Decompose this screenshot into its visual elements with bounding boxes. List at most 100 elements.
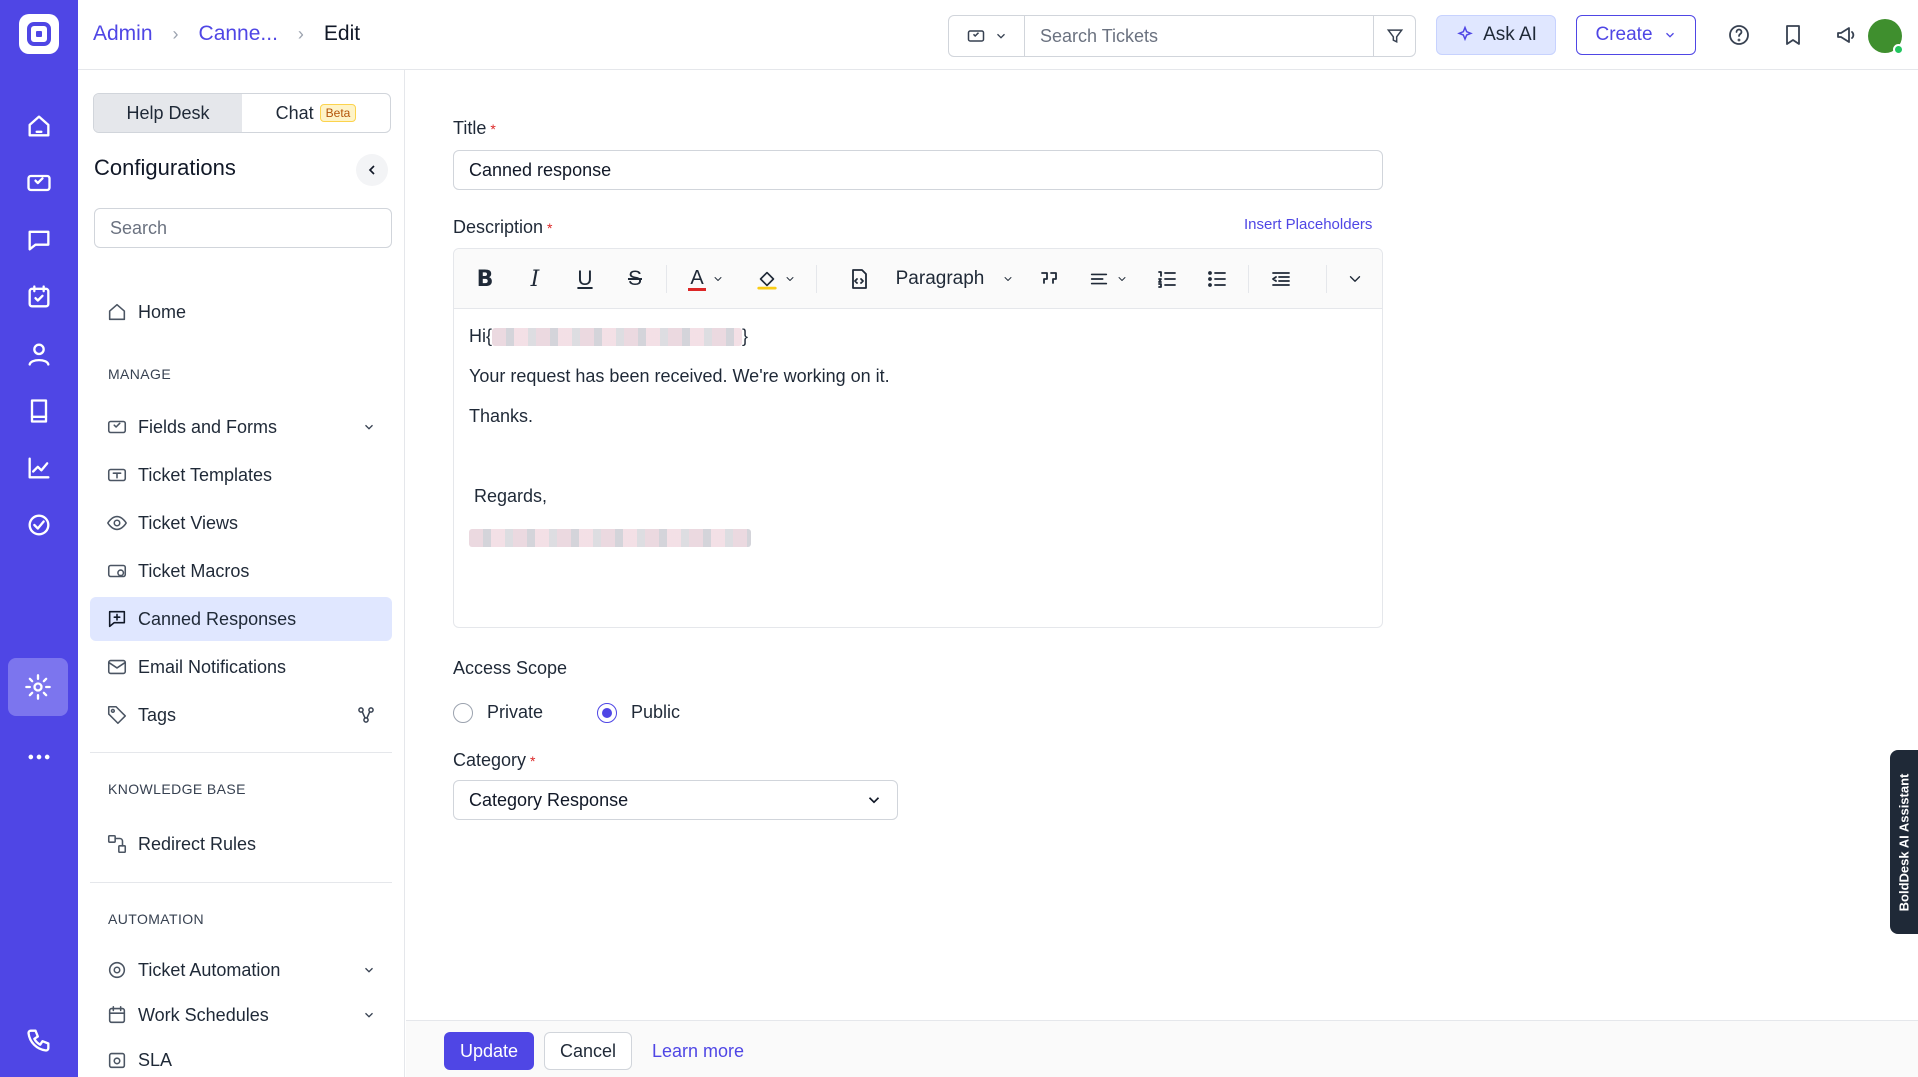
- eye-icon: [107, 515, 127, 531]
- configurations-sidebar: Help Desk Chat Beta Configurations Searc…: [78, 70, 405, 1077]
- sidebar-item-ticket-views[interactable]: Ticket Views: [90, 501, 392, 545]
- home-icon: [108, 303, 126, 321]
- font-color-icon[interactable]: A: [680, 263, 732, 295]
- sidebar-item-label: Work Schedules: [138, 1004, 269, 1025]
- approvals-icon[interactable]: [14, 500, 64, 550]
- toolbar-separator: [816, 265, 817, 293]
- sidebar-item-label: Email Notifications: [138, 656, 287, 677]
- tasks-icon[interactable]: [14, 272, 64, 322]
- canned-response-icon: [108, 610, 126, 628]
- user-avatar[interactable]: [1868, 19, 1904, 55]
- learn-more-link[interactable]: Learn more: [652, 1041, 744, 1062]
- sidebar-title: Configurations: [94, 155, 236, 180]
- manage-section-header: MANAGE: [108, 366, 172, 382]
- outdent-icon[interactable]: [1266, 263, 1296, 295]
- sidebar-item-ticket-automation[interactable]: Ticket Automation: [90, 948, 392, 992]
- private-label[interactable]: Private: [487, 702, 543, 723]
- announcement-icon[interactable]: [1831, 20, 1861, 50]
- sidebar-item-fields-and-forms[interactable]: Fields and Forms: [90, 405, 392, 449]
- italic-icon[interactable]: I: [520, 263, 550, 295]
- create-button[interactable]: Create: [1576, 15, 1696, 55]
- breadcrumb-admin[interactable]: Admin: [93, 22, 153, 46]
- bookmark-icon[interactable]: [1778, 20, 1808, 50]
- required-asterisk: *: [490, 121, 496, 137]
- sidebar-item-canned-responses[interactable]: Canned Responses: [90, 597, 392, 641]
- chat-icon[interactable]: [14, 215, 64, 265]
- knowledge-base-icon[interactable]: [14, 386, 64, 436]
- sidebar-item-home[interactable]: Home: [90, 290, 392, 334]
- paragraph-format-dropdown[interactable]: Paragraph: [890, 263, 1020, 295]
- title-input[interactable]: Canned response: [453, 150, 1383, 190]
- category-label: Category *: [453, 750, 536, 771]
- category-select[interactable]: Category Response: [453, 780, 898, 820]
- required-asterisk: *: [530, 753, 536, 769]
- sidebar-item-redirect-rules[interactable]: Redirect Rules: [90, 822, 392, 866]
- strikethrough-icon[interactable]: S: [620, 263, 650, 295]
- sidebar-item-tags[interactable]: Tags: [90, 693, 392, 737]
- description-label-text: Description: [453, 217, 544, 237]
- body-line-2: Thanks.: [469, 406, 534, 427]
- search-input[interactable]: Search Tickets: [1025, 26, 1373, 47]
- left-rail: [0, 0, 78, 1077]
- divider: [90, 882, 392, 883]
- app-logo[interactable]: [19, 14, 59, 54]
- update-button[interactable]: Update: [444, 1032, 534, 1070]
- create-label: Create: [1595, 24, 1653, 45]
- public-radio[interactable]: [597, 702, 618, 723]
- help-icon[interactable]: [1724, 20, 1754, 50]
- ticket-search: Search Tickets: [948, 15, 1416, 57]
- sidebar-item-email-notifications[interactable]: Email Notifications: [90, 645, 392, 689]
- sidebar-item-ticket-templates[interactable]: Ticket Templates: [90, 453, 392, 497]
- source-code-icon[interactable]: [844, 263, 874, 295]
- tab-help-desk-label: Help Desk: [126, 102, 210, 123]
- access-scope-options: Private Public: [453, 702, 680, 723]
- ask-ai-button[interactable]: Ask AI: [1436, 15, 1556, 55]
- email-icon: [107, 659, 127, 675]
- chevron-down-icon[interactable]: [362, 420, 376, 434]
- product-switcher: Help Desk Chat Beta: [93, 93, 391, 133]
- tickets-icon[interactable]: [14, 158, 64, 208]
- title-label: Title *: [453, 118, 496, 139]
- ai-assistant-tab[interactable]: BoldDesk AI Assistant: [1890, 750, 1918, 934]
- editor-content[interactable]: Hi{} Your request has been received. We'…: [454, 309, 1382, 577]
- form-icon: [107, 420, 127, 434]
- cancel-button[interactable]: Cancel: [544, 1032, 632, 1070]
- bold-icon[interactable]: B: [470, 263, 500, 295]
- bulleted-list-icon[interactable]: [1202, 263, 1232, 295]
- underline-icon[interactable]: U: [570, 263, 600, 295]
- sidebar-item-ticket-macros[interactable]: Ticket Macros: [90, 549, 392, 593]
- automation-section-header: AUTOMATION: [108, 911, 205, 927]
- home-icon[interactable]: [14, 101, 64, 151]
- filter-icon[interactable]: [1373, 16, 1415, 56]
- chevron-down-icon[interactable]: [362, 963, 376, 977]
- more-tools-chevron-icon[interactable]: [1340, 263, 1370, 295]
- chevron-right-icon: ›: [297, 23, 304, 44]
- tab-chat[interactable]: Chat Beta: [242, 94, 390, 132]
- numbered-list-icon[interactable]: [1152, 263, 1182, 295]
- phone-icon[interactable]: [14, 1015, 64, 1065]
- canned-response-form: Title * Canned response Description * Inse…: [406, 70, 1918, 1077]
- settings-icon[interactable]: [8, 658, 68, 716]
- sidebar-item-work-schedules[interactable]: Work Schedules: [90, 993, 392, 1037]
- contacts-icon[interactable]: [14, 329, 64, 379]
- private-radio[interactable]: [453, 702, 473, 723]
- search-type-dropdown[interactable]: [949, 16, 1025, 56]
- highlight-color-icon[interactable]: [750, 263, 802, 295]
- collapse-sidebar-button[interactable]: [356, 154, 388, 186]
- knowledge-base-section-header: KNOWLEDGE BASE: [108, 781, 246, 797]
- tab-help-desk[interactable]: Help Desk: [94, 94, 242, 132]
- tag-groups-icon[interactable]: [356, 705, 376, 725]
- public-label[interactable]: Public: [631, 702, 680, 723]
- breadcrumb: Admin › Canne... › Edit: [93, 22, 360, 46]
- sidebar-item-label: Home: [138, 301, 187, 322]
- blockquote-icon[interactable]: [1034, 263, 1064, 295]
- sidebar-item-label: Ticket Views: [138, 512, 239, 533]
- chevron-down-icon[interactable]: [362, 1008, 376, 1022]
- breadcrumb-canned-responses[interactable]: Canne...: [199, 22, 278, 46]
- align-icon[interactable]: [1082, 263, 1134, 295]
- reports-icon[interactable]: [14, 443, 64, 493]
- sidebar-search-input[interactable]: Search: [94, 208, 392, 248]
- insert-placeholders-link[interactable]: Insert Placeholders: [1244, 216, 1372, 233]
- more-icon[interactable]: [14, 732, 64, 782]
- sidebar-item-sla[interactable]: SLA: [90, 1038, 392, 1077]
